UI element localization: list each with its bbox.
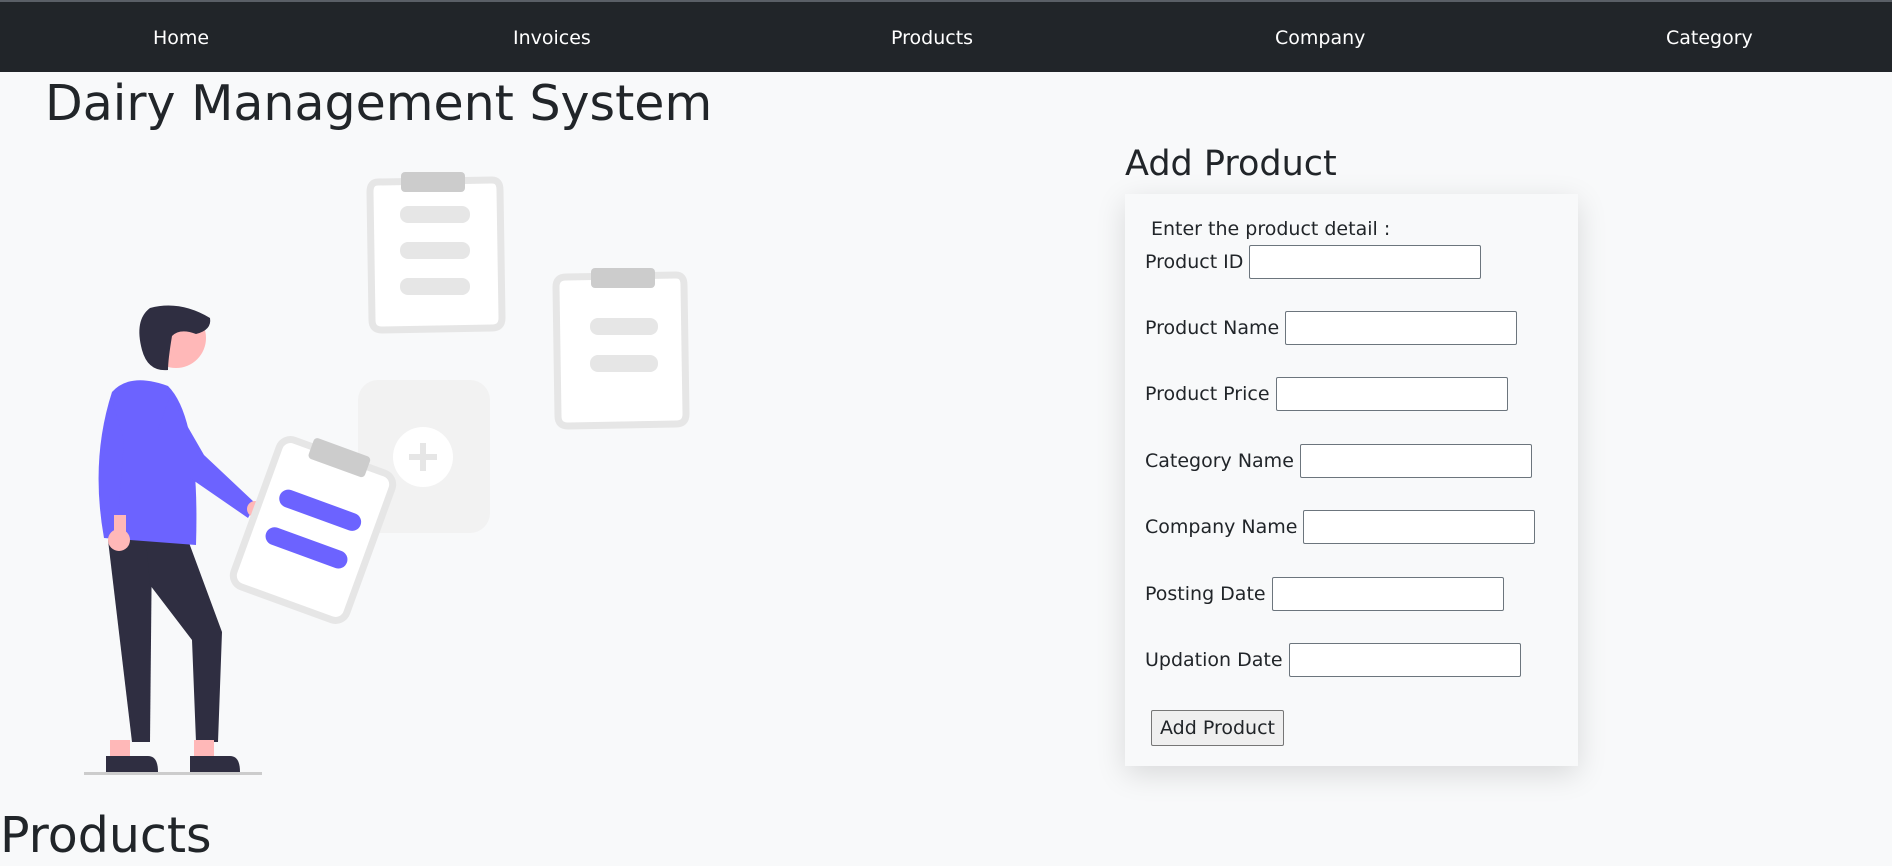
company-name-row: Company Name — [1145, 508, 1536, 546]
nav-company-link[interactable]: Company — [1275, 2, 1365, 72]
product-price-row: Product Price — [1145, 375, 1508, 413]
nav-category-link[interactable]: Category — [1666, 2, 1753, 72]
add-product-heading: Add Product — [1125, 144, 1337, 184]
product-name-row: Product Name — [1145, 309, 1518, 347]
company-name-input[interactable] — [1303, 510, 1536, 544]
person-with-clipboards-illustration — [84, 172, 690, 775]
company-name-label: Company Name — [1145, 516, 1298, 538]
clipboard-icon — [552, 268, 690, 430]
category-name-label: Category Name — [1145, 450, 1294, 472]
nav-products-link[interactable]: Products — [891, 2, 973, 72]
form-instructions: Enter the product detail : — [1151, 218, 1391, 240]
person-figure — [84, 305, 263, 775]
product-name-label: Product Name — [1145, 317, 1280, 339]
posting-date-label: Posting Date — [1145, 583, 1266, 605]
posting-date-row: Posting Date — [1145, 575, 1504, 613]
page-title: Dairy Management System — [45, 75, 713, 132]
category-name-input[interactable] — [1299, 444, 1532, 478]
add-product-form: Enter the product detail : Product ID Pr… — [1125, 194, 1578, 766]
product-price-label: Product Price — [1145, 383, 1270, 405]
product-price-input[interactable] — [1275, 377, 1508, 411]
updation-date-input[interactable] — [1288, 643, 1521, 677]
category-name-row: Category Name — [1145, 442, 1532, 480]
product-name-input[interactable] — [1285, 311, 1518, 345]
add-product-button[interactable]: Add Product — [1151, 710, 1284, 746]
posting-date-input[interactable] — [1271, 577, 1504, 611]
updation-date-label: Updation Date — [1145, 649, 1283, 671]
nav-invoices-link[interactable]: Invoices — [513, 2, 591, 72]
product-id-input[interactable] — [1249, 245, 1482, 279]
top-navbar: Home Invoices Products Company Category — [0, 2, 1892, 72]
product-id-row: Product ID — [1145, 243, 1482, 281]
nav-home-link[interactable]: Home — [153, 2, 209, 72]
clipboard-icon — [366, 172, 506, 334]
products-section-title: Products — [0, 807, 212, 864]
product-id-label: Product ID — [1145, 251, 1244, 273]
updation-date-row: Updation Date — [1145, 641, 1521, 679]
